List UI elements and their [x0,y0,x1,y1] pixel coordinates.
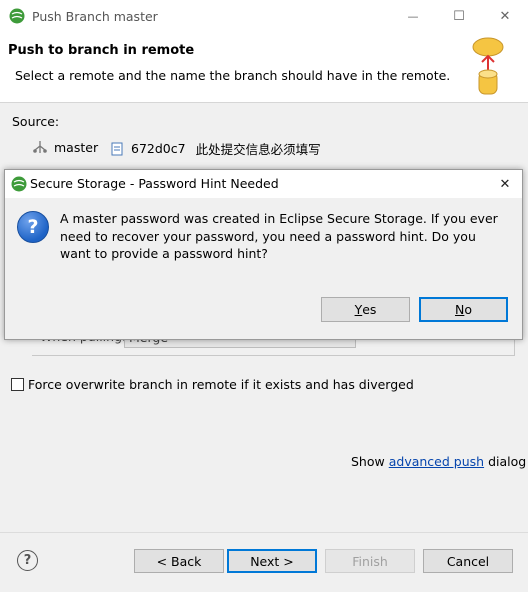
close-icon: ✕ [499,8,511,24]
source-label: Source: [12,114,60,129]
advanced-prefix: Show [351,454,385,469]
maximize-icon: ☐ [453,8,465,24]
help-icon: ? [23,553,32,568]
force-overwrite-checkbox[interactable] [11,378,24,391]
group-border [514,338,515,356]
dialog-message: A master password was created in Eclipse… [60,211,498,261]
dialog-body: ? A master password was created in Eclip… [5,198,522,339]
cancel-button[interactable]: Cancel [423,549,513,573]
group-border-bottom [32,355,515,356]
minimize-icon: — [407,9,419,23]
window-title: Push Branch master [32,9,158,24]
dialog-title: Secure Storage - Password Hint Needed [30,176,279,191]
eclipse-logo-icon [11,176,27,192]
maximize-button[interactable]: ☐ [436,0,482,32]
page-heading: Push to branch in remote [8,43,195,58]
advanced-suffix: dialog [488,454,527,469]
advanced-push-row: Show advanced push dialog [351,454,526,469]
force-overwrite-option[interactable]: Force overwrite branch in remote if it e… [11,377,414,392]
dialog-titlebar: Secure Storage - Password Hint Needed ✕ [5,170,522,198]
next-button[interactable]: Next > [227,549,317,573]
page-description: Select a remote and the name the branch … [15,68,451,83]
password-hint-dialog: Secure Storage - Password Hint Needed ✕ … [4,169,523,340]
commit-message: 此处提交信息必须填写 [195,142,321,157]
no-label-rest: o [464,302,472,317]
no-button[interactable]: No [419,297,508,322]
question-icon: ? [17,211,49,243]
no-mnemonic: N [454,302,465,317]
yes-label-rest: es [362,302,377,317]
finish-button: Finish [325,549,415,573]
force-overwrite-label: Force overwrite branch in remote if it e… [28,377,414,392]
commit-id: 672d0c7 [131,141,186,156]
minimize-button[interactable]: — [390,0,436,32]
commit-icon [111,142,123,155]
source-branch: master [32,139,98,155]
yes-button[interactable]: Yes [321,297,410,322]
question-glyph: ? [27,216,39,238]
push-to-cloud-icon [472,37,504,95]
eclipse-logo-icon [9,8,25,24]
advanced-push-link[interactable]: advanced push [389,454,484,469]
footer-divider [0,532,528,533]
help-button[interactable]: ? [17,550,38,571]
close-button[interactable]: ✕ [482,0,528,32]
window-titlebar: Push Branch master — ☐ ✕ [0,0,528,32]
close-icon: ✕ [499,176,511,192]
source-branch-name: master [54,139,99,155]
yes-mnemonic: Y [354,302,363,317]
dialog-close-button[interactable]: ✕ [489,170,521,198]
wizard-banner: Push to branch in remote Select a remote… [0,32,528,103]
branch-icon [33,141,47,153]
back-button[interactable]: < Back [134,549,224,573]
source-commit: 672d0c7 此处提交信息必须填写 [109,139,321,158]
